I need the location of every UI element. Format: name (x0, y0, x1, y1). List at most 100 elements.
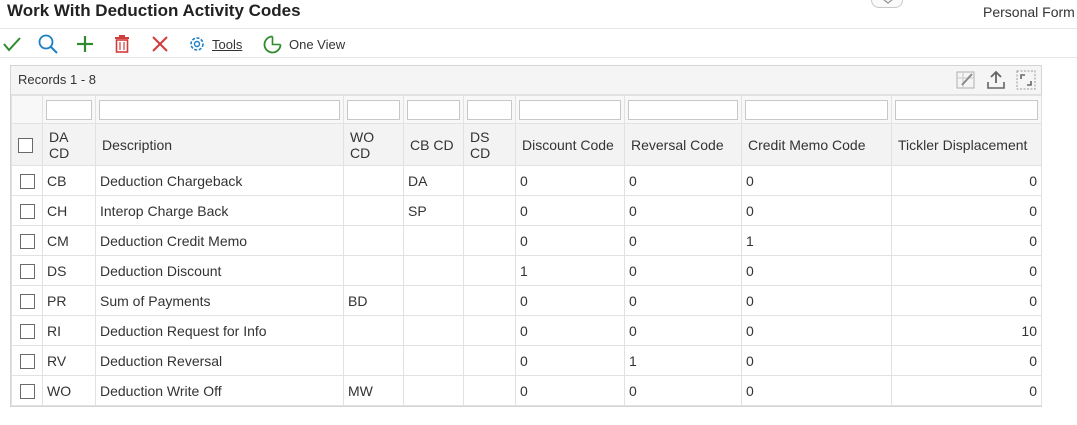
table-row[interactable]: PR Sum of Payments BD 0 0 0 0 (11, 285, 1042, 316)
cell-da-cd: RI (42, 315, 96, 346)
filter-input-discount-code[interactable] (519, 99, 621, 120)
row-checkbox[interactable] (19, 353, 35, 369)
cell-wo-cd: MW (343, 375, 404, 406)
cell-da-cd: CB (42, 165, 96, 196)
search-icon (38, 34, 58, 54)
cell-reversal-code: 0 (624, 285, 742, 316)
cell-ds-cd (463, 225, 516, 256)
cell-ds-cd (463, 195, 516, 226)
row-checkbox[interactable] (19, 323, 35, 339)
col-header-cb-cd[interactable]: CB CD (403, 123, 464, 166)
one-view-label: One View (289, 36, 346, 52)
personal-form-menu[interactable]: Personal Form (983, 4, 1075, 20)
table-row[interactable]: CH Interop Charge Back SP 0 0 0 0 (11, 195, 1042, 226)
pencil-grid-icon (956, 71, 975, 89)
cell-description: Interop Charge Back (95, 195, 344, 226)
cell-description: Deduction Reversal (95, 345, 344, 376)
cell-ds-cd (463, 315, 516, 346)
row-checkbox[interactable] (19, 263, 35, 279)
cell-reversal-code: 0 (624, 225, 742, 256)
one-view-icon (263, 35, 282, 53)
table-row[interactable]: CB Deduction Chargeback DA 0 0 0 0 (11, 165, 1042, 196)
cell-credit-memo-code: 0 (741, 285, 892, 316)
cell-da-cd: RV (42, 345, 96, 376)
export-button[interactable] (985, 69, 1007, 91)
filter-input-tickler-displacement[interactable] (895, 99, 1038, 120)
table-row[interactable]: CM Deduction Credit Memo 0 0 1 0 (11, 225, 1042, 256)
cell-cb-cd (403, 345, 464, 376)
select-all-checkbox[interactable] (18, 137, 33, 153)
collapse-handle[interactable] (871, 0, 903, 8)
cell-reversal-code: 0 (624, 195, 742, 226)
cell-ds-cd (463, 255, 516, 286)
cell-reversal-code: 1 (624, 345, 742, 376)
cell-discount-code: 1 (515, 255, 625, 286)
close-button[interactable] (150, 32, 170, 56)
col-header-credit-memo-code[interactable]: Credit Memo Code (741, 123, 892, 166)
add-button[interactable] (75, 32, 95, 56)
cell-da-cd: WO (42, 375, 96, 406)
cell-wo-cd: BD (343, 285, 404, 316)
filter-input-credit-memo-code[interactable] (745, 99, 888, 120)
col-header-tickler-displacement[interactable]: Tickler Displacement (891, 123, 1042, 166)
filter-input-ds-cd[interactable] (467, 99, 512, 120)
col-header-ds-cd[interactable]: DS CD (463, 123, 516, 166)
row-checkbox[interactable] (19, 233, 35, 249)
filter-input-da-cd[interactable] (46, 99, 92, 120)
grid-header-bar: Records 1 - 8 (11, 66, 1041, 95)
cell-description: Deduction Credit Memo (95, 225, 344, 256)
cell-credit-memo-code: 0 (741, 345, 892, 376)
filter-input-cb-cd[interactable] (407, 99, 460, 120)
col-header-wo-cd[interactable]: WO CD (343, 123, 404, 166)
cell-ds-cd (463, 345, 516, 376)
filter-input-wo-cd[interactable] (347, 99, 400, 120)
delete-button[interactable] (113, 32, 131, 56)
cell-cb-cd (403, 315, 464, 346)
one-view-button[interactable]: One View (262, 32, 345, 56)
cell-tickler-displacement: 10 (891, 315, 1042, 346)
table-row[interactable]: RI Deduction Request for Info 0 0 0 10 (11, 315, 1042, 346)
table-row[interactable]: RV Deduction Reversal 0 1 0 0 (11, 345, 1042, 376)
select-all-cell (11, 123, 43, 166)
table-row[interactable]: DS Deduction Discount 1 0 0 0 (11, 255, 1042, 286)
col-header-da-cd[interactable]: DA CD (42, 123, 96, 166)
row-checkbox[interactable] (19, 173, 35, 189)
cell-wo-cd (343, 315, 404, 346)
cell-wo-cd (343, 165, 404, 196)
row-checkbox[interactable] (19, 293, 35, 309)
row-checkbox[interactable] (19, 383, 35, 399)
page-title: Work With Deduction Activity Codes (7, 1, 301, 20)
filter-input-reversal-code[interactable] (628, 99, 738, 120)
cell-discount-code: 0 (515, 225, 625, 256)
maximize-grid-button[interactable] (1015, 69, 1037, 91)
cell-da-cd: CH (42, 195, 96, 226)
tools-button[interactable]: Tools (187, 32, 242, 56)
grid-tools (955, 69, 1037, 91)
row-checkbox[interactable] (19, 203, 35, 219)
cell-da-cd: PR (42, 285, 96, 316)
col-header-reversal-code[interactable]: Reversal Code (624, 123, 742, 166)
col-header-description[interactable]: Description (95, 123, 344, 166)
cell-cb-cd: DA (403, 165, 464, 196)
cell-ds-cd (463, 285, 516, 316)
cell-reversal-code: 0 (624, 255, 742, 286)
grid-panel: Records 1 - 8 DA CD Description WO CD CB… (10, 65, 1042, 407)
cell-cb-cd: SP (403, 195, 464, 226)
col-header-discount-code[interactable]: Discount Code (515, 123, 625, 166)
chevron-down-icon (883, 0, 893, 4)
cell-description: Deduction Write Off (95, 375, 344, 406)
cell-discount-code: 0 (515, 315, 625, 346)
cell-wo-cd (343, 225, 404, 256)
upload-icon (987, 70, 1005, 89)
filter-input-description[interactable] (99, 99, 340, 120)
cell-description: Deduction Discount (95, 255, 344, 286)
select-button[interactable] (2, 32, 22, 56)
find-button[interactable] (37, 32, 59, 56)
table-row[interactable]: WO Deduction Write Off MW 0 0 0 0 (11, 375, 1042, 406)
maximize-icon (1016, 70, 1036, 90)
cell-reversal-code: 0 (624, 165, 742, 196)
cell-wo-cd (343, 195, 404, 226)
cell-reversal-code: 0 (624, 375, 742, 406)
cell-credit-memo-code: 0 (741, 255, 892, 286)
edit-grid-button[interactable] (955, 69, 977, 91)
